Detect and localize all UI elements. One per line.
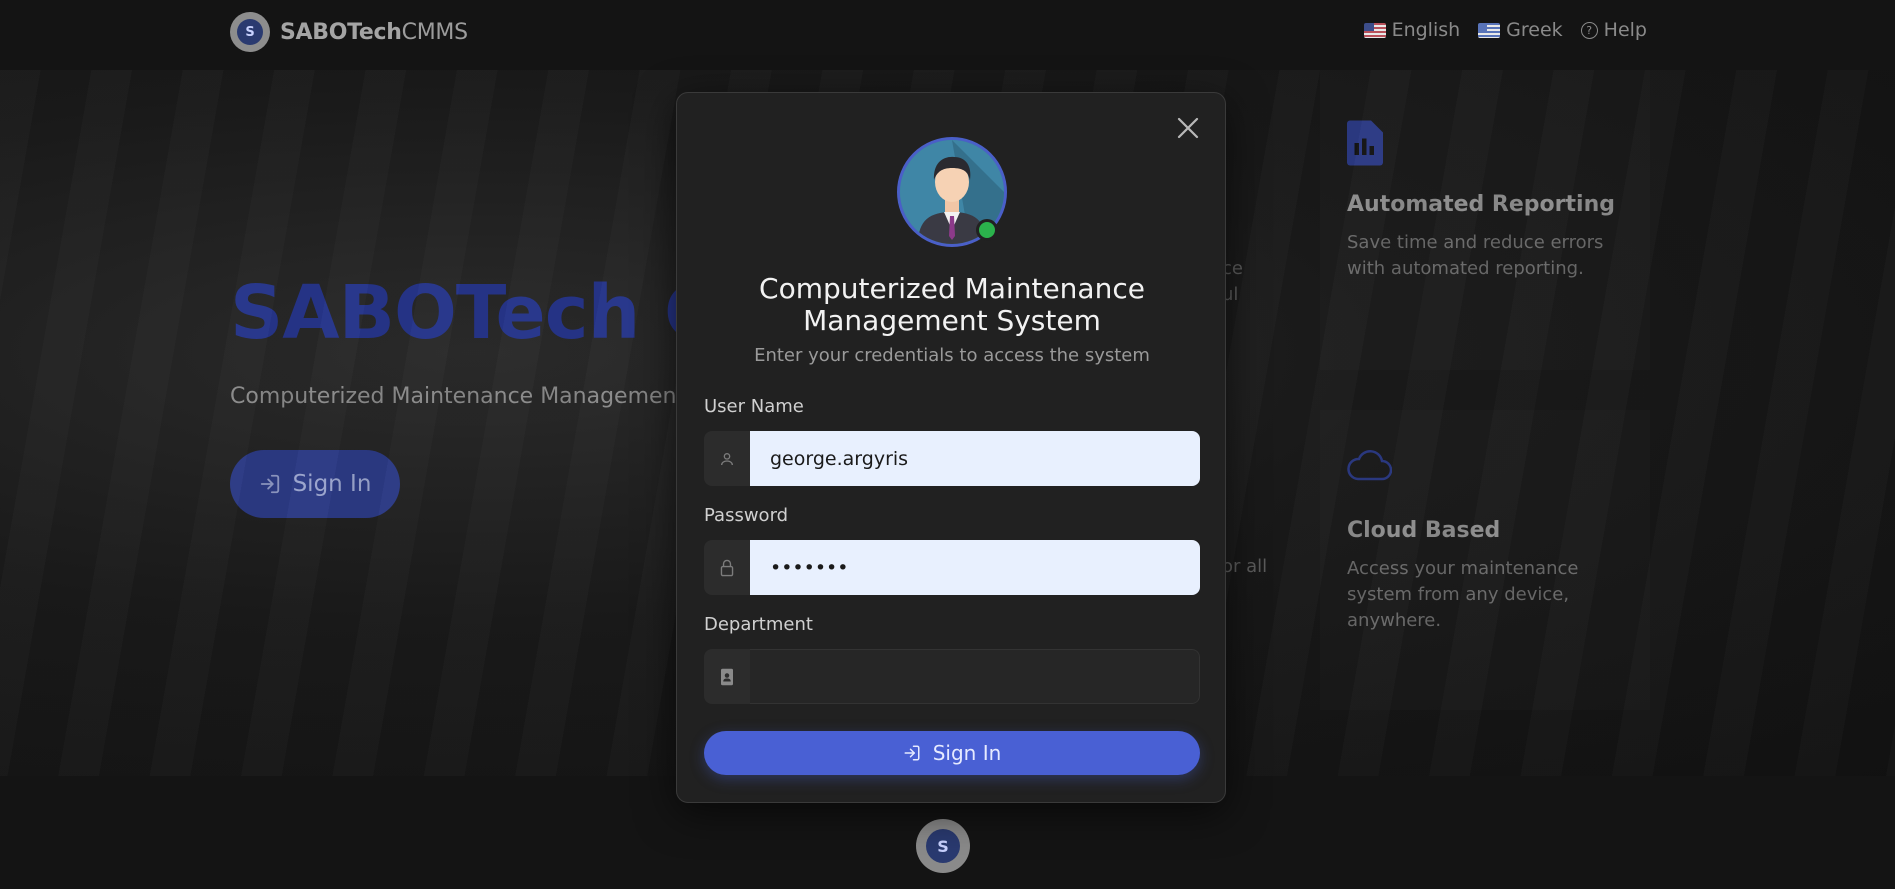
department-label: Department <box>704 614 813 635</box>
feature-description: Save time and reduce errors with automat… <box>1347 232 1604 279</box>
brand[interactable]: S SABOTechCMMS <box>230 12 468 52</box>
feature-description: Access your maintenance system from any … <box>1347 558 1579 631</box>
contact-book-icon <box>704 649 750 704</box>
online-status-indicator <box>976 219 998 241</box>
login-modal: Computerized Maintenance Management Syst… <box>676 92 1226 803</box>
hero-signin-label: Sign In <box>292 471 372 497</box>
nav-right: English Greek ? Help <box>1363 19 1647 41</box>
lock-icon <box>704 540 750 595</box>
help-link[interactable]: ? Help <box>1580 19 1647 41</box>
brand-logo-icon: S <box>230 12 270 52</box>
username-input[interactable] <box>750 431 1200 486</box>
close-button[interactable] <box>1173 113 1203 143</box>
hero-subtitle: Computerized Maintenance Management <box>230 384 686 409</box>
username-field-group <box>704 431 1200 486</box>
lang-greek-link[interactable]: Greek <box>1478 19 1563 41</box>
user-icon <box>704 431 750 486</box>
modal-title: Computerized Maintenance Management Syst… <box>759 272 1145 337</box>
login-icon <box>904 745 920 761</box>
username-label: User Name <box>704 396 804 417</box>
lang-english-label: English <box>1391 19 1461 41</box>
password-input[interactable] <box>750 540 1200 595</box>
brand-name: SABOTechCMMS <box>280 19 468 45</box>
feature-card-reporting: Automated Reporting Save time and reduce… <box>1320 70 1650 370</box>
us-flag-icon <box>1363 22 1386 38</box>
signin-button[interactable]: Sign In <box>704 731 1200 775</box>
signin-label: Sign In <box>932 741 1002 765</box>
modal-subtitle: Enter your credentials to access the sys… <box>754 345 1150 366</box>
password-field-group <box>704 540 1200 595</box>
lang-english-link[interactable]: English <box>1363 19 1461 41</box>
department-field-group <box>704 649 1200 704</box>
help-label: Help <box>1603 19 1647 41</box>
feature-title: Cloud Based <box>1347 518 1501 543</box>
hero-title: SABOTech C <box>230 270 718 356</box>
feature-title: Automated Reporting <box>1347 192 1615 217</box>
password-label: Password <box>704 505 789 526</box>
cloud-icon <box>1347 450 1392 481</box>
lang-greek-label: Greek <box>1506 19 1563 41</box>
help-icon: ? <box>1580 21 1598 39</box>
report-document-icon <box>1347 120 1383 166</box>
partial-feature-text: or all <box>1222 556 1268 577</box>
greek-flag-icon <box>1478 22 1501 38</box>
login-icon <box>260 474 279 494</box>
top-navbar: S SABOTechCMMS English Greek ? Help <box>0 0 1895 70</box>
hero-signin-button[interactable]: Sign In <box>230 450 400 518</box>
footer-logo-icon[interactable]: S <box>916 819 970 873</box>
feature-card-cloud: Cloud Based Access your maintenance syst… <box>1320 410 1650 710</box>
department-input[interactable] <box>750 649 1200 704</box>
close-icon <box>1177 117 1199 139</box>
